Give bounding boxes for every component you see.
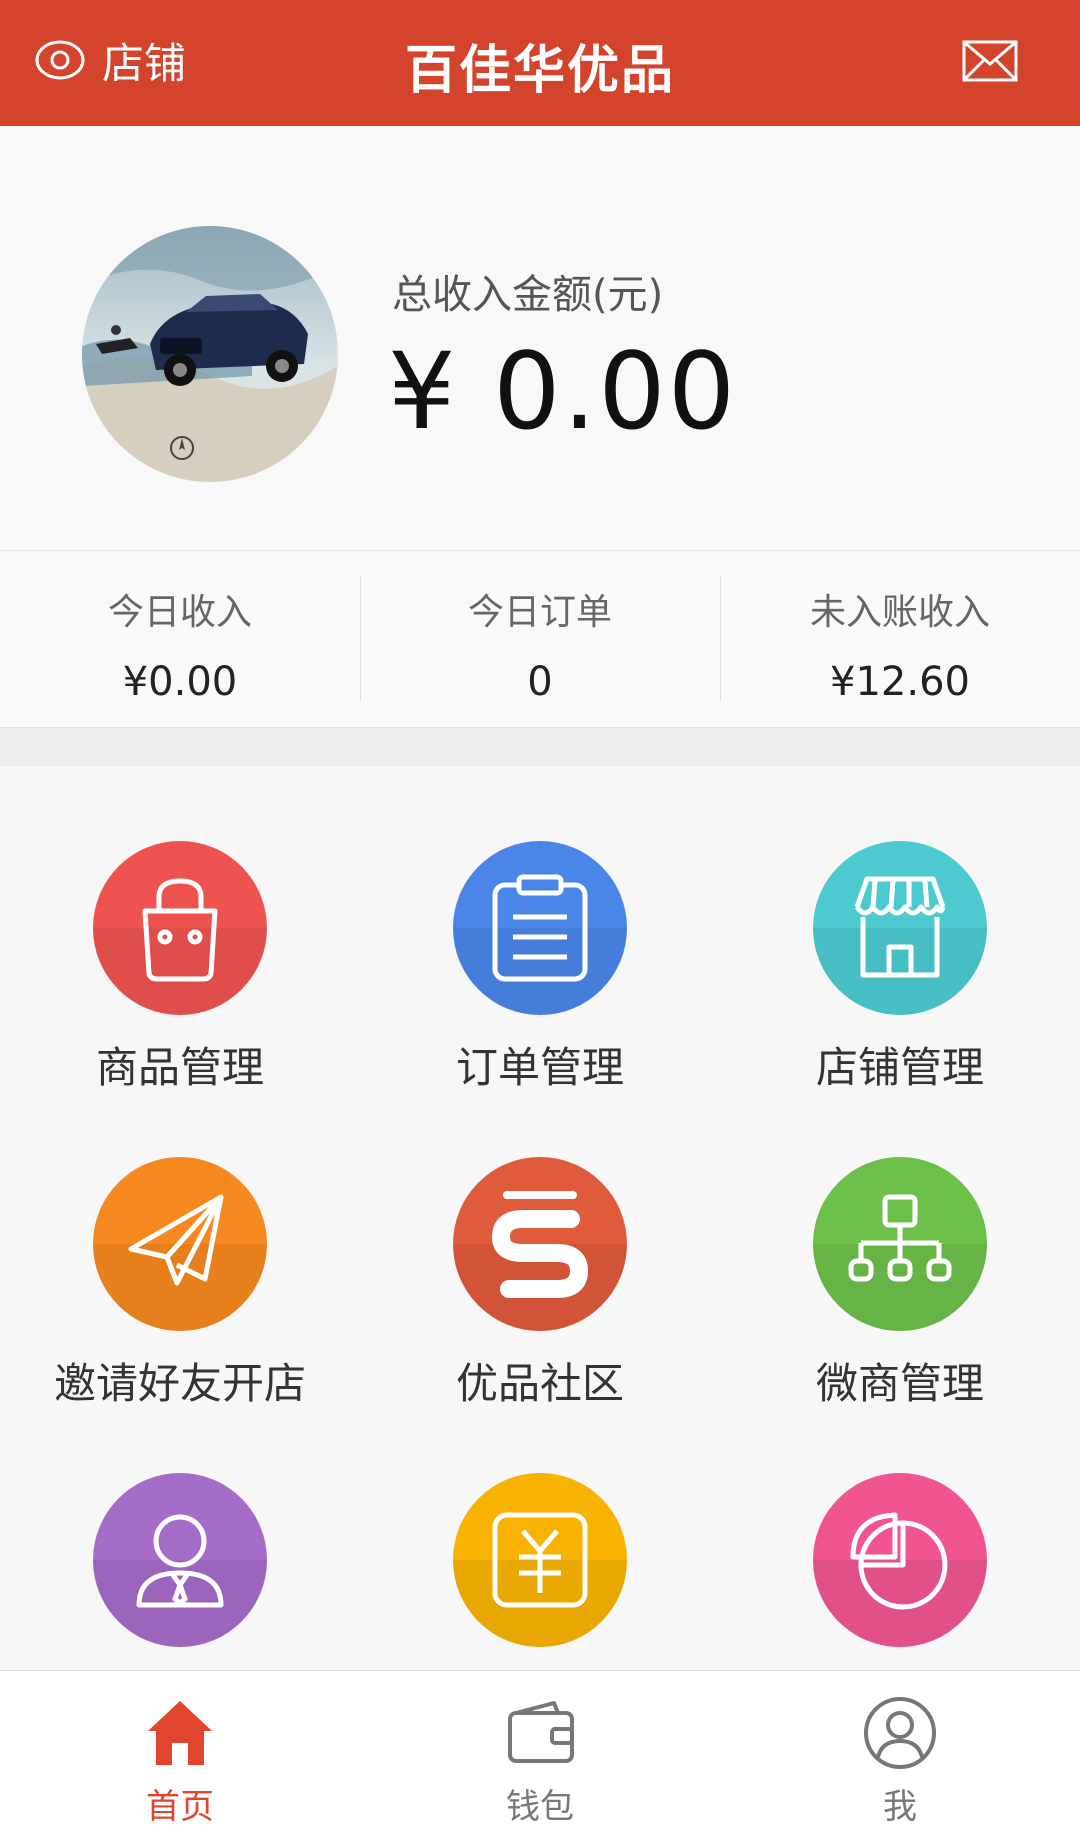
stats-row: 今日收入 ¥0.00 今日订单 0 未入账收入 ¥12.60 (0, 550, 1080, 728)
total-income-label: 总收入金额(元) (392, 272, 664, 318)
tab-home[interactable]: 首页 (0, 1671, 360, 1840)
grid-item-product-management[interactable]: 商品管理 (0, 766, 360, 1092)
shopping-bag-icon (93, 841, 267, 1015)
tab-label: 首页 (146, 1787, 214, 1827)
org-chart-icon (813, 1157, 987, 1331)
tab-label: 我 (883, 1787, 917, 1827)
section-divider (0, 728, 1080, 766)
stat-value: ¥12.60 (830, 659, 970, 705)
total-income-value: ¥ 0.00 (388, 330, 738, 453)
page-title: 百佳华优品 (404, 41, 675, 101)
grid-item-user-profile[interactable] (0, 1398, 360, 1714)
bottom-navigation: 首页 钱包 我 (0, 1670, 1080, 1840)
wallet-icon (508, 1701, 574, 1763)
tab-wallet[interactable]: 钱包 (360, 1671, 720, 1840)
pie-chart-icon (813, 1473, 987, 1647)
grid-item-statistics[interactable] (720, 1398, 1080, 1714)
stat-pending-income[interactable]: 未入账收入 ¥12.60 (720, 551, 1080, 727)
grid-item-store-management[interactable]: 店铺管理 (720, 766, 1080, 1092)
grid-item-finance[interactable] (360, 1398, 720, 1714)
stat-value: ¥0.00 (122, 659, 238, 705)
tab-me[interactable]: 我 (720, 1671, 1080, 1840)
community-logo-icon (453, 1157, 627, 1331)
function-grid: 商品管理 订单管理 店铺管理 邀请好友开店 优品社区 微商管理 (0, 766, 1080, 1670)
grid-item-community[interactable]: 优品社区 (360, 1082, 720, 1408)
grid-item-invite-friends[interactable]: 邀请好友开店 (0, 1082, 360, 1408)
clipboard-icon (453, 841, 627, 1015)
mail-icon[interactable] (962, 38, 1018, 84)
grid-item-order-management[interactable]: 订单管理 (360, 766, 720, 1092)
stat-today-orders[interactable]: 今日订单 0 (360, 551, 720, 727)
tab-label: 钱包 (506, 1787, 574, 1827)
grid-item-microbusiness[interactable]: 微商管理 (720, 1082, 1080, 1408)
home-icon (148, 1701, 212, 1765)
yuan-icon (453, 1473, 627, 1647)
user-profile-icon (93, 1473, 267, 1647)
stat-label: 今日收入 (107, 592, 252, 633)
store-avatar[interactable] (82, 226, 338, 482)
top-app-bar: 店铺 百佳华优品 (0, 0, 1080, 126)
storefront-icon (813, 841, 987, 1015)
stat-label: 未入账收入 (809, 592, 990, 633)
paper-plane-icon (93, 1157, 267, 1331)
stat-label: 今日订单 (467, 592, 612, 633)
person-icon (864, 1697, 936, 1769)
income-summary: 总收入金额(元) ¥ 0.00 (0, 126, 1080, 550)
stat-today-income[interactable]: 今日收入 ¥0.00 (0, 551, 360, 727)
stat-value: 0 (527, 659, 553, 705)
